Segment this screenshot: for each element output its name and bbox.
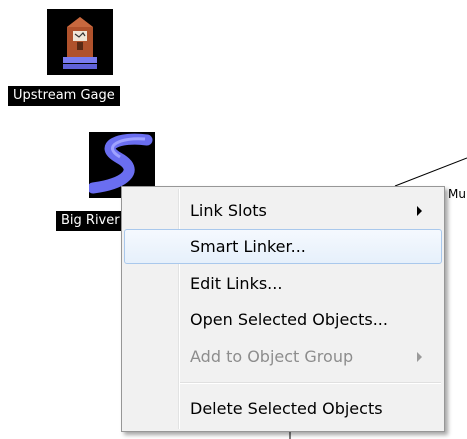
menu-item-label: Link Slots [190, 201, 267, 220]
menu-item-delete-selected-objects[interactable]: Delete Selected Objects [124, 391, 442, 426]
menu-item-label: Open Selected Objects... [190, 310, 388, 329]
submenu-arrow-icon [417, 352, 422, 362]
menu-item-label: Delete Selected Objects [190, 399, 383, 418]
menu-item-label: Edit Links... [190, 274, 283, 293]
node-label-upstream-gage[interactable]: Upstream Gage [8, 86, 120, 106]
menu-item-link-slots[interactable]: Link Slots [124, 193, 442, 228]
menu-item-open-selected-objects[interactable]: Open Selected Objects... [124, 302, 442, 337]
stream-gage-icon[interactable] [47, 9, 113, 80]
menu-separator [180, 382, 441, 384]
menu-item-add-to-object-group[interactable]: Add to Object Group [124, 339, 442, 374]
menu-item-smart-linker[interactable]: Smart Linker... [124, 229, 442, 264]
menu-item-label: Add to Object Group [190, 347, 354, 366]
menu-item-label: Smart Linker... [190, 237, 306, 256]
node-label-partial: Mu [448, 187, 466, 201]
submenu-arrow-icon [417, 206, 422, 216]
node-label-big-river[interactable]: Big River [56, 211, 126, 231]
menu-item-edit-links[interactable]: Edit Links... [124, 266, 442, 301]
context-menu: Link Slots Smart Linker... Edit Links...… [121, 186, 445, 432]
